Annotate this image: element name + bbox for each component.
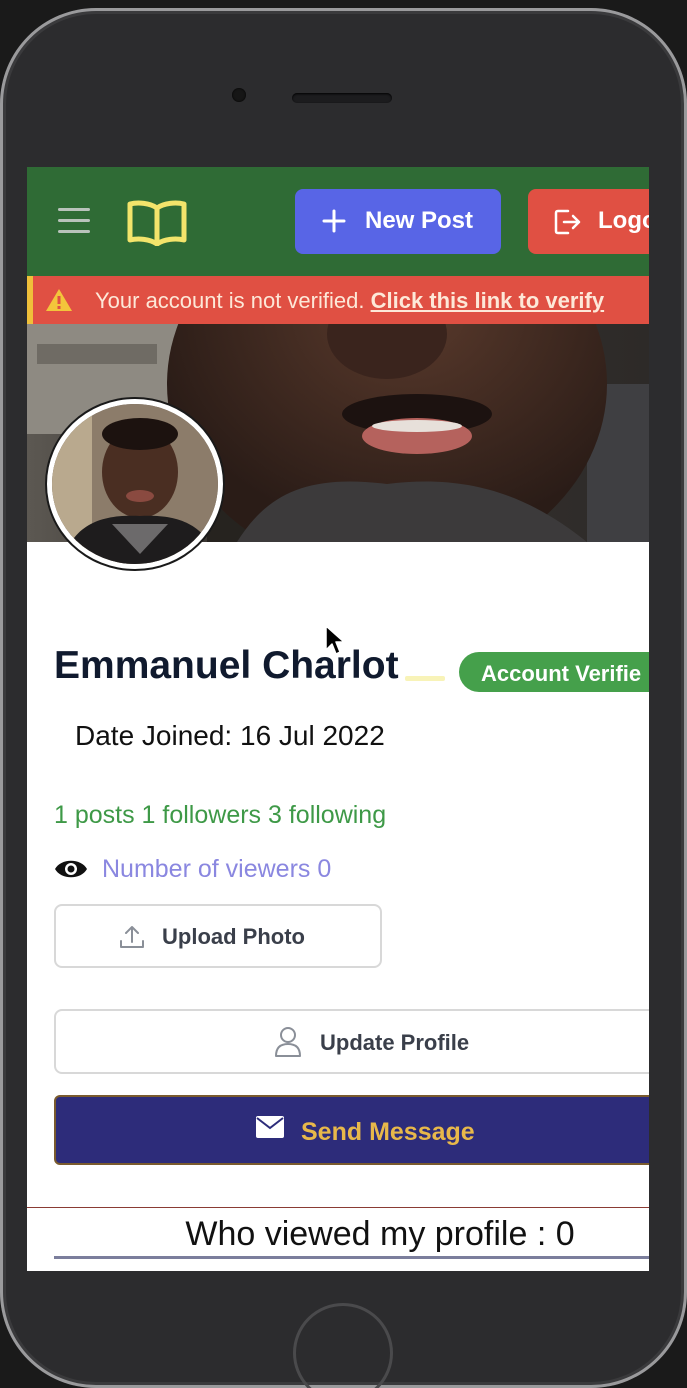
- plus-icon: [322, 209, 346, 233]
- alert-message: Your account is not verified.: [95, 288, 365, 313]
- name-highlight: [405, 676, 445, 681]
- upload-photo-button[interactable]: Upload Photo: [54, 904, 382, 968]
- profile-viewers-title: Who viewed my profile : 0: [185, 1215, 575, 1253]
- verified-badge: Account Verifie: [459, 652, 649, 692]
- verified-badge-label: Account Verifie: [481, 661, 642, 686]
- upload-photo-label: Upload Photo: [162, 924, 305, 949]
- profile-name: Emmanuel Charlot: [54, 644, 399, 687]
- home-button[interactable]: [293, 1303, 393, 1388]
- avatar-image: [52, 404, 218, 564]
- verify-link[interactable]: Click this link to verify: [371, 288, 605, 313]
- hamburger-icon[interactable]: [58, 208, 90, 234]
- logout-icon: [554, 209, 581, 235]
- book-icon[interactable]: [126, 198, 188, 246]
- upload-icon: [120, 926, 144, 948]
- user-icon: [275, 1027, 301, 1057]
- section-divider: [27, 1207, 649, 1208]
- phone-speaker: [292, 93, 392, 103]
- avatar[interactable]: [47, 399, 223, 569]
- send-message-label: Send Message: [301, 1118, 475, 1146]
- title-underline: [54, 1256, 649, 1259]
- logout-button[interactable]: Logo: [528, 189, 649, 254]
- date-joined: Date Joined: 16 Jul 2022: [75, 720, 385, 751]
- mouse-cursor-icon: [325, 625, 345, 655]
- verification-alert: Your account is not verified. Click this…: [27, 276, 649, 324]
- update-profile-button[interactable]: Update Profile: [54, 1009, 649, 1074]
- new-post-button[interactable]: New Post: [295, 189, 501, 254]
- envelope-icon: [256, 1116, 284, 1138]
- eye-icon: [55, 860, 87, 878]
- follow-stats[interactable]: 1 posts 1 followers 3 following: [54, 801, 386, 830]
- new-post-label: New Post: [365, 207, 474, 234]
- front-camera: [232, 88, 246, 102]
- app-screen: New Post Logo Your account is not verifi…: [27, 167, 649, 1271]
- warning-icon: [46, 289, 72, 311]
- update-profile-label: Update Profile: [320, 1030, 470, 1055]
- logout-label: Logo: [598, 207, 649, 234]
- send-message-button[interactable]: Send Message: [54, 1095, 649, 1165]
- navbar: New Post Logo: [27, 167, 649, 276]
- viewer-count: Number of viewers 0: [102, 855, 332, 883]
